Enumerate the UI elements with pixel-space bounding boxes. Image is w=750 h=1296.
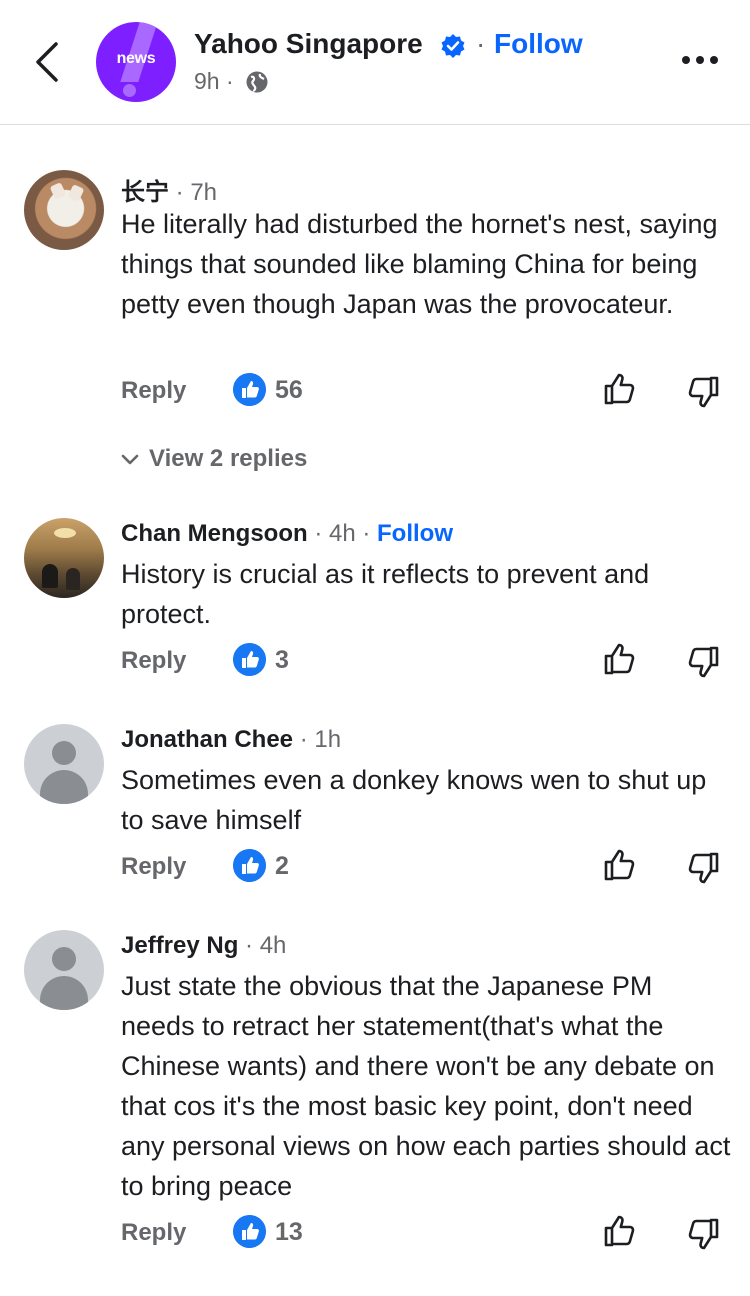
commenter-avatar[interactable] — [24, 724, 104, 804]
commenter-name[interactable]: 长宁 — [121, 179, 169, 206]
comment-actions: Reply 56 — [0, 373, 750, 413]
page-name[interactable]: Yahoo Singapore — [194, 28, 423, 60]
like-count: 13 — [275, 1218, 303, 1246]
chevron-down-icon — [121, 454, 139, 464]
header-separator: · — [476, 28, 486, 59]
comment-text: Sometimes even a donkey knows wen to shu… — [121, 765, 707, 835]
thumbs-down-icon[interactable] — [684, 373, 722, 411]
commenter-name[interactable]: Chan Mengsoon — [121, 520, 308, 547]
reply-button[interactable]: Reply — [121, 647, 186, 675]
post-header: news Yahoo Singapore · Follow 9h · — [0, 0, 750, 125]
globe-icon — [246, 71, 268, 93]
comment-meta: Jonathan Chee · 1h — [121, 726, 341, 754]
reply-button[interactable]: Reply — [121, 1219, 186, 1247]
comment-time: · 1h — [299, 726, 342, 753]
comment-text: Just state the obvious that the Japanese… — [121, 971, 731, 1201]
commenter-avatar[interactable] — [24, 518, 104, 598]
reply-button[interactable]: Reply — [121, 853, 186, 881]
comment-meta: Jeffrey Ng · 4h — [121, 932, 286, 960]
comment-actions: Reply 2 — [0, 849, 750, 889]
comment-meta: 长宁 · 7h — [121, 172, 217, 207]
avatar-photo-detail — [49, 182, 67, 200]
default-avatar-body — [40, 976, 88, 1010]
thumbs-down-icon[interactable] — [684, 1215, 722, 1253]
default-avatar-head — [52, 741, 76, 765]
comment-meta: Chan Mengsoon · 4h · Follow — [121, 520, 453, 548]
comment-time: · 4h — [245, 932, 287, 959]
comment-actions: Reply 3 — [0, 643, 750, 683]
default-avatar-head — [52, 947, 76, 971]
like-count: 2 — [275, 852, 289, 880]
commenter-name[interactable]: Jonathan Chee — [121, 726, 293, 753]
comment-text: History is crucial as it reflects to pre… — [121, 559, 650, 629]
logo-dot-shape — [123, 84, 136, 97]
like-reaction-icon — [233, 1215, 266, 1248]
follow-button[interactable]: Follow — [494, 28, 583, 60]
commenter-avatar[interactable] — [24, 170, 104, 250]
page-avatar[interactable]: news — [96, 22, 176, 102]
like-reaction-icon — [233, 643, 266, 676]
comment-time: · 4h · — [314, 520, 371, 547]
like-reaction-icon — [233, 849, 266, 882]
thumbs-up-icon[interactable] — [601, 640, 639, 678]
thumbs-up-icon[interactable] — [601, 1212, 639, 1250]
thumbs-down-icon[interactable] — [684, 643, 722, 681]
back-arrow-icon[interactable] — [30, 40, 66, 84]
like-count: 3 — [275, 646, 289, 674]
like-reaction-icon — [233, 373, 266, 406]
comment-text: He literally had disturbed the hornet's … — [121, 209, 718, 319]
avatar-photo-detail — [42, 564, 58, 588]
logo-text: news — [116, 50, 156, 67]
reply-button[interactable]: Reply — [121, 377, 186, 405]
more-options-icon[interactable] — [680, 50, 720, 70]
comment-actions: Reply 13 — [0, 1215, 750, 1255]
commenter-avatar[interactable] — [24, 930, 104, 1010]
view-replies-label: View 2 replies — [149, 445, 308, 472]
verified-badge-icon — [441, 34, 465, 58]
like-count: 56 — [275, 376, 303, 404]
post-time: 9h · — [194, 68, 234, 94]
comment-time: · 7h — [175, 179, 218, 206]
thumbs-up-icon[interactable] — [601, 846, 639, 884]
avatar-photo-detail — [67, 184, 85, 202]
view-replies-button[interactable]: View 2 replies — [121, 445, 307, 473]
avatar-photo-detail — [66, 568, 80, 590]
thumbs-down-icon[interactable] — [684, 849, 722, 887]
default-avatar-body — [40, 770, 88, 804]
avatar-photo-detail — [54, 528, 76, 538]
follow-commenter-button[interactable]: Follow — [377, 520, 453, 547]
commenter-name[interactable]: Jeffrey Ng — [121, 932, 238, 959]
thumbs-up-icon[interactable] — [601, 370, 639, 408]
